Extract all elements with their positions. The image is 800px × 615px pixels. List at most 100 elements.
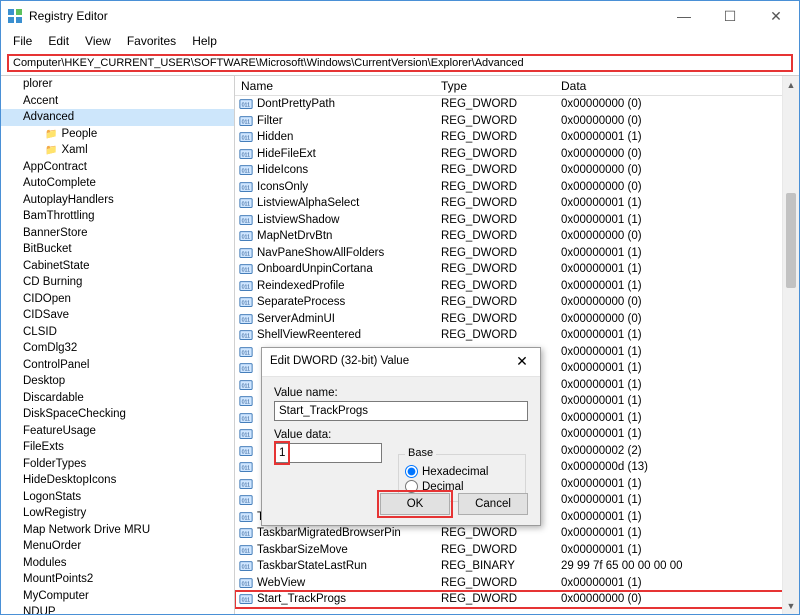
table-row[interactable]: 011HideFileExtREG_DWORD0x00000000 (0) (235, 146, 799, 163)
dword-icon: 011 (239, 295, 253, 309)
menu-view[interactable]: View (77, 32, 119, 50)
tree-item[interactable]: BamThrottling (1, 208, 234, 225)
radio-hex[interactable]: Hexadecimal (405, 465, 519, 478)
tree-item[interactable]: MyComputer (1, 588, 234, 605)
tree-item[interactable]: CD Burning (1, 274, 234, 291)
row-data: 0x00000001 (1) (555, 542, 799, 559)
scroll-up-icon[interactable]: ▲ (783, 76, 799, 93)
svg-text:011: 011 (242, 482, 250, 488)
dword-icon: 011 (239, 246, 253, 260)
tree-item[interactable]: AutoComplete (1, 175, 234, 192)
address-bar[interactable]: Computer\HKEY_CURRENT_USER\SOFTWARE\Micr… (7, 54, 793, 72)
table-row[interactable]: 011SeparateProcessREG_DWORD0x00000000 (0… (235, 294, 799, 311)
table-row[interactable]: 011ListviewShadowREG_DWORD0x00000001 (1) (235, 212, 799, 229)
row-type: REG_DWORD (435, 525, 555, 542)
row-data: 0x00000001 (1) (555, 377, 799, 394)
tree-item[interactable]: CLSID (1, 324, 234, 341)
tree-item[interactable]: AutoplayHandlers (1, 192, 234, 209)
table-row[interactable]: 011TaskbarSizeMoveREG_DWORD0x00000001 (1… (235, 542, 799, 559)
tree-item[interactable]: MountPoints2 (1, 571, 234, 588)
tree-item[interactable]: CIDOpen (1, 291, 234, 308)
tree-item[interactable]: Map Network Drive MRU (1, 522, 234, 539)
row-data: 0x00000000 (0) (555, 179, 799, 196)
tree-item[interactable]: Desktop (1, 373, 234, 390)
radio-dec-input[interactable] (405, 480, 418, 493)
row-type: REG_DWORD (435, 179, 555, 196)
minimize-button[interactable]: — (661, 1, 707, 31)
svg-text:011: 011 (242, 169, 250, 175)
radio-hex-input[interactable] (405, 465, 418, 478)
maximize-button[interactable]: ☐ (707, 1, 753, 31)
column-headers[interactable]: Name Type Data (235, 76, 799, 96)
valuedata-input[interactable] (274, 443, 382, 463)
col-data[interactable]: Data (555, 79, 799, 93)
tree-item[interactable]: CabinetState (1, 258, 234, 275)
tree-item[interactable]: FolderTypes (1, 456, 234, 473)
tree-item[interactable]: CIDSave (1, 307, 234, 324)
tree-item[interactable]: MenuOrder (1, 538, 234, 555)
table-row[interactable]: 011TaskbarStateLastRunREG_BINARY29 99 7f… (235, 558, 799, 575)
table-row[interactable]: 011ServerAdminUIREG_DWORD0x00000000 (0) (235, 311, 799, 328)
svg-text:011: 011 (242, 185, 250, 191)
dword-icon: 011 (239, 493, 253, 507)
scroll-down-icon[interactable]: ▼ (783, 597, 799, 614)
svg-text:011: 011 (242, 598, 250, 604)
menu-file[interactable]: File (5, 32, 40, 50)
table-row[interactable]: 011IconsOnlyREG_DWORD0x00000000 (0) (235, 179, 799, 196)
col-type[interactable]: Type (435, 79, 555, 93)
close-button[interactable]: ✕ (753, 1, 799, 31)
tree-item[interactable]: BitBucket (1, 241, 234, 258)
tree-item[interactable]: ComDlg32 (1, 340, 234, 357)
row-data: 0x00000001 (1) (555, 245, 799, 262)
radio-dec[interactable]: Decimal (405, 480, 519, 493)
col-name[interactable]: Name (235, 79, 435, 93)
tree-item[interactable]: LogonStats (1, 489, 234, 506)
table-row[interactable]: 011NavPaneShowAllFoldersREG_DWORD0x00000… (235, 245, 799, 262)
cancel-button[interactable]: Cancel (458, 493, 528, 515)
svg-text:011: 011 (242, 103, 250, 109)
row-data: 0x00000000 (0) (555, 311, 799, 328)
table-row[interactable]: 011OnboardUnpinCortanaREG_DWORD0x0000000… (235, 261, 799, 278)
ok-button[interactable]: OK (380, 493, 450, 515)
tree-item[interactable]: BannerStore (1, 225, 234, 242)
dialog-close-icon[interactable]: ✕ (512, 352, 532, 370)
table-row[interactable]: 011ListviewAlphaSelectREG_DWORD0x0000000… (235, 195, 799, 212)
dword-icon: 011 (239, 328, 253, 342)
table-row[interactable]: 011HiddenREG_DWORD0x00000001 (1) (235, 129, 799, 146)
tree-item[interactable]: People (1, 126, 234, 143)
tree-item[interactable]: ControlPanel (1, 357, 234, 374)
row-data: 0x00000001 (1) (555, 261, 799, 278)
tree-item[interactable]: NDUP (1, 604, 234, 614)
table-row[interactable]: 011WebViewREG_DWORD0x00000001 (1) (235, 575, 799, 592)
tree-pane[interactable]: plorerAccentAdvancedPeopleXamlAppContrac… (1, 76, 235, 614)
table-row[interactable]: 011HideIconsREG_DWORD0x00000000 (0) (235, 162, 799, 179)
table-row[interactable]: 011MapNetDrvBtnREG_DWORD0x00000000 (0) (235, 228, 799, 245)
table-row[interactable]: 011ShellViewReenteredREG_DWORD0x00000001… (235, 327, 799, 344)
tree-item[interactable]: Xaml (1, 142, 234, 159)
tree-item[interactable]: Advanced (1, 109, 234, 126)
table-row[interactable]: 011ReindexedProfileREG_DWORD0x00000001 (… (235, 278, 799, 295)
row-name: ListviewShadow (257, 212, 339, 229)
tree-item[interactable]: HideDesktopIcons (1, 472, 234, 489)
tree-item[interactable]: DiskSpaceChecking (1, 406, 234, 423)
table-row[interactable]: 011TaskbarMigratedBrowserPinREG_DWORD0x0… (235, 525, 799, 542)
tree-item[interactable]: FileExts (1, 439, 234, 456)
tree-item[interactable]: AppContract (1, 159, 234, 176)
table-row[interactable]: 011Start_TrackProgsREG_DWORD0x00000000 (… (235, 591, 799, 608)
table-row[interactable]: 011DontPrettyPathREG_DWORD0x00000000 (0) (235, 96, 799, 113)
tree-item[interactable]: LowRegistry (1, 505, 234, 522)
row-data: 0x00000001 (1) (555, 360, 799, 377)
menu-edit[interactable]: Edit (40, 32, 77, 50)
tree-item[interactable]: Accent (1, 93, 234, 110)
svg-text:011: 011 (242, 532, 250, 538)
tree-item[interactable]: Discardable (1, 390, 234, 407)
table-row[interactable]: 011FilterREG_DWORD0x00000000 (0) (235, 113, 799, 130)
vertical-scrollbar[interactable]: ▲ ▼ (782, 76, 799, 614)
tree-item[interactable]: Modules (1, 555, 234, 572)
scroll-thumb[interactable] (786, 193, 796, 288)
menu-favorites[interactable]: Favorites (119, 32, 184, 50)
valuename-input[interactable] (274, 401, 528, 421)
tree-item[interactable]: plorer (1, 76, 234, 93)
tree-item[interactable]: FeatureUsage (1, 423, 234, 440)
menu-help[interactable]: Help (184, 32, 225, 50)
